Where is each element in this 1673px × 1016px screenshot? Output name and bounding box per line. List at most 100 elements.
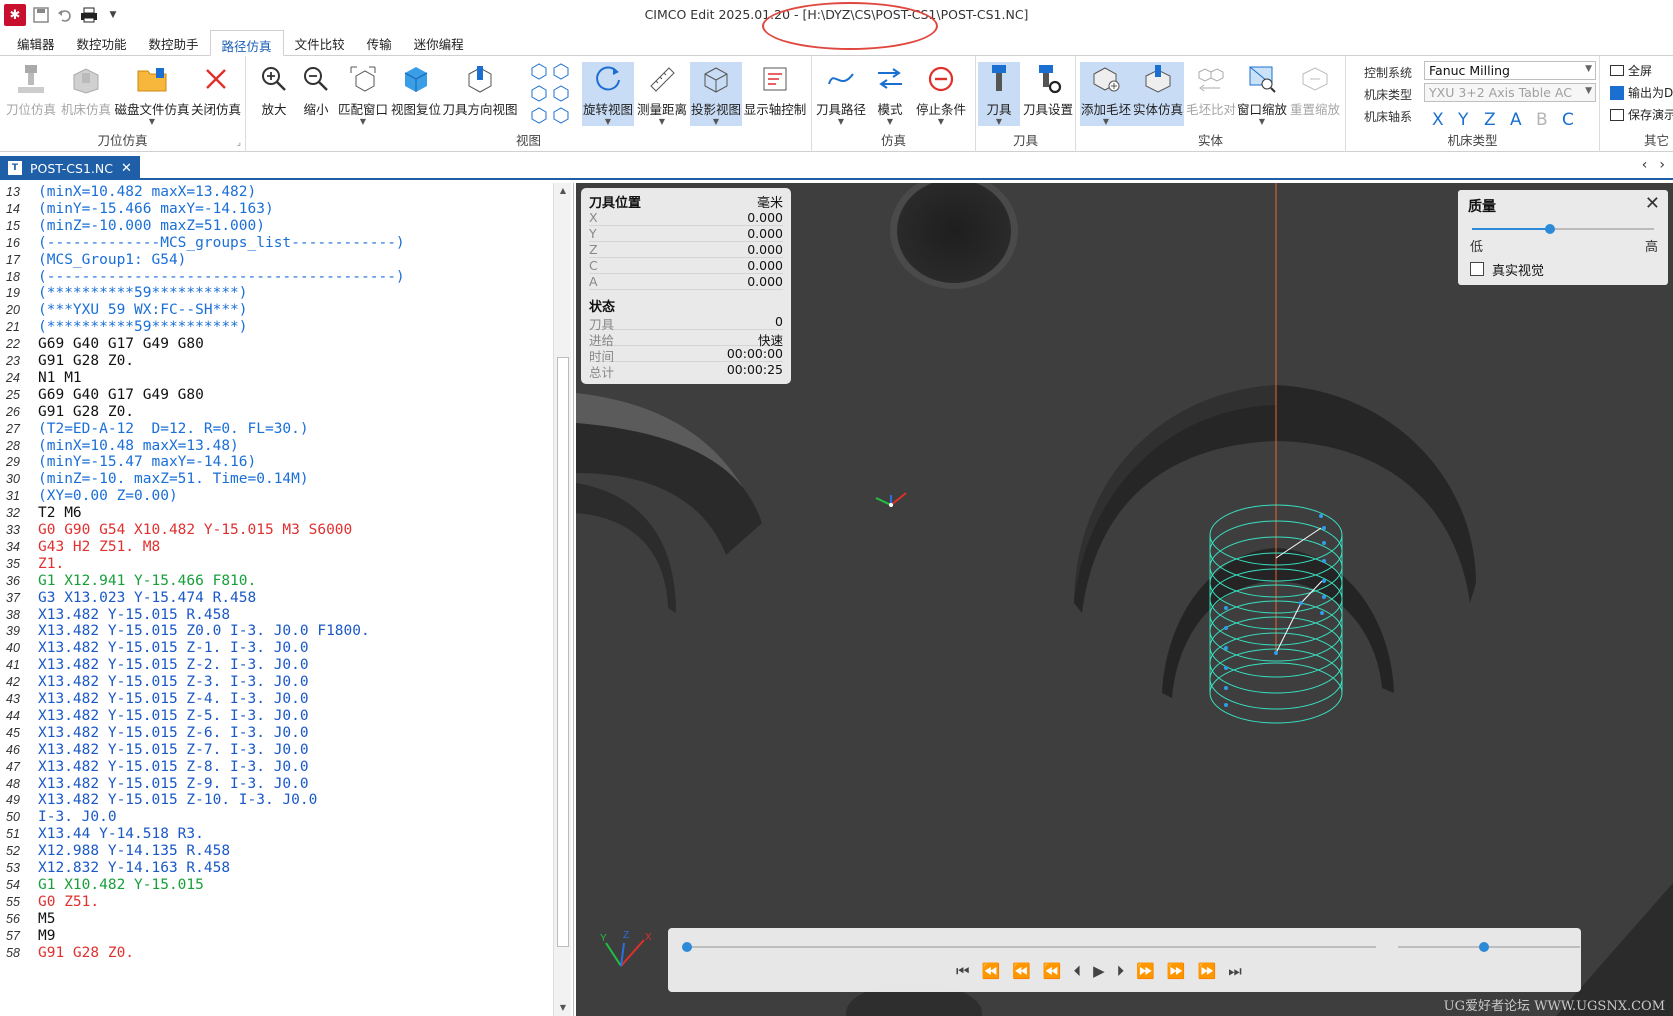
tool-direction-view-button[interactable]: 刀具方向视图 [443, 62, 518, 126]
code-line[interactable]: 53 X12.832 Y-14.163 R.458 [0, 859, 552, 877]
toolpath-button[interactable]: 刀具路径 ▼ [814, 62, 868, 126]
code-line[interactable]: 24 N1 M1 [0, 369, 552, 387]
code-line[interactable]: 14 (minY=-15.466 maxY=-14.163) [0, 200, 552, 218]
code-line[interactable]: 20 (***YXU 59 WX:FC--SH***) [0, 301, 552, 319]
code-line[interactable]: 36 G1 X12.941 Y-15.466 F810. [0, 572, 552, 590]
close-tab-icon[interactable]: ✕ [121, 161, 132, 176]
code-line[interactable]: 29 (minY=-15.47 maxY=-14.16) [0, 453, 552, 471]
code-line[interactable]: 35 Z1. [0, 555, 552, 573]
code-line[interactable]: 18 (-------------------------------------… [0, 268, 552, 286]
code-line[interactable]: 43 X13.482 Y-15.015 Z-4. I-3. J0.0 [0, 690, 552, 708]
code-line[interactable]: 58 G91 G28 Z0. [0, 944, 552, 962]
code-line[interactable]: 55 G0 Z51. [0, 893, 552, 911]
projection-view-button[interactable]: 投影视图 ▼ [690, 62, 742, 126]
disk-file-sim-button[interactable]: 磁盘文件仿真 ▼ [114, 62, 190, 126]
view-top-icon[interactable] [530, 62, 548, 83]
realistic-view-checkbox[interactable] [1470, 262, 1484, 276]
chevron-left-icon[interactable]: ‹ [1642, 157, 1648, 173]
back-z-icon[interactable]: ⏪ [1043, 962, 1062, 980]
machine-type-select[interactable]: YXU 3+2 Axis Table AC ▼ [1424, 83, 1596, 102]
code-line[interactable]: 51 X13.44 Y-14.518 R3. [0, 825, 552, 843]
add-stock-button[interactable]: 添加毛坯 ▼ [1080, 62, 1132, 126]
axis-b-button[interactable]: B [1536, 110, 1548, 130]
chevron-right-icon[interactable]: › [1659, 157, 1665, 173]
code-line[interactable]: 28 (minX=10.48 maxX=13.48) [0, 437, 552, 455]
fit-window-button[interactable]: 匹配窗口 ▼ [338, 62, 388, 126]
scroll-down-icon[interactable]: ▼ [557, 1002, 569, 1014]
tool-sim-button[interactable]: 刀位仿真 [6, 62, 56, 126]
code-editor[interactable]: 13 (minX=10.482 maxX=13.482) 14 (minY=-15.4… [0, 183, 574, 1016]
code-line[interactable]: 45 X13.482 Y-15.015 Z-6. I-3. J0.0 [0, 724, 552, 742]
code-line[interactable]: 37 G3 X13.023 Y-15.474 R.458 [0, 589, 552, 607]
progress-slider-knob[interactable] [682, 942, 692, 952]
view-back-icon[interactable] [552, 106, 570, 127]
code-line[interactable]: 46 X13.482 Y-15.015 Z-7. I-3. J0.0 [0, 741, 552, 759]
rotate-view-button[interactable]: 旋转视图 ▼ [582, 62, 634, 126]
code-line[interactable]: 39 X13.482 Y-15.015 Z0.0 I-3. J0.0 F1800. [0, 622, 552, 640]
code-line[interactable]: 49 X13.482 Y-15.015 Z-10. I-3. J0.0 [0, 791, 552, 809]
scroll-up-icon[interactable]: ▲ [557, 185, 569, 197]
code-line[interactable]: 15 (minZ=-10.000 maxZ=51.000) [0, 217, 552, 235]
axis-z-button[interactable]: Z [1484, 110, 1496, 130]
simulation-viewport[interactable]: X Y Z 刀具位置 毫米 X 0.000 Y 0.000 Z 0.000 C … [576, 183, 1673, 1016]
dialog-launcher-icon[interactable]: ⌟ [237, 138, 241, 148]
tab-transmission[interactable]: 传输 [356, 29, 403, 55]
code-line[interactable]: 41 X13.482 Y-15.015 Z-2. I-3. J0.0 [0, 656, 552, 674]
code-line[interactable]: 38 X13.482 Y-15.015 R.458 [0, 606, 552, 624]
code-line[interactable]: 30 (minZ=-10. maxZ=51. Time=0.14M) [0, 470, 552, 488]
code-line[interactable]: 40 X13.482 Y-15.015 Z-1. I-3. J0.0 [0, 639, 552, 657]
code-line[interactable]: 21 (**********59**********) [0, 318, 552, 336]
code-line[interactable]: 42 X13.482 Y-15.015 Z-3. I-3. J0.0 [0, 673, 552, 691]
progress-slider[interactable] [686, 946, 1376, 948]
stop-condition-button[interactable]: 停止条件 ▼ [912, 62, 970, 126]
code-line[interactable]: 17 (MCS_Group1: G54) [0, 251, 552, 269]
tab-backplot[interactable]: 路径仿真 [209, 30, 284, 56]
code-line[interactable]: 19 (**********59**********) [0, 284, 552, 302]
tool-button[interactable]: 刀具 ▼ [978, 62, 1020, 126]
scrollbar-thumb[interactable] [557, 357, 569, 947]
code-line[interactable]: 16 (-------------MCS_groups_list---------… [0, 234, 552, 252]
speed-slider-knob[interactable] [1478, 942, 1489, 952]
axis-y-button[interactable]: Y [1458, 110, 1468, 130]
tab-file-compare[interactable]: 文件比较 [284, 29, 356, 55]
axis-a-button[interactable]: A [1510, 110, 1522, 130]
axis-c-button[interactable]: C [1562, 110, 1574, 130]
code-line[interactable]: 52 X12.988 Y-14.135 R.458 [0, 842, 552, 860]
code-line[interactable]: 54 G1 X10.482 Y-15.015 [0, 876, 552, 894]
tab-editor[interactable]: 编辑器 [6, 29, 66, 55]
step-back-z-icon[interactable]: ⏪ [982, 962, 1001, 980]
code-line[interactable]: 34 G43 H2 Z51. M8 [0, 538, 552, 556]
view-right-icon[interactable] [552, 84, 570, 105]
machine-sim-button[interactable]: 机床仿真 [60, 62, 112, 126]
code-line[interactable]: 33 G0 G90 G54 X10.482 Y-15.015 M3 S6000 [0, 521, 552, 539]
code-line[interactable]: 31 (XY=0.00 Z=0.00) [0, 487, 552, 505]
quality-slider[interactable] [1472, 224, 1654, 234]
tab-nc-functions[interactable]: 数控功能 [66, 29, 138, 55]
forward-z-icon[interactable]: ⏩ [1136, 962, 1155, 980]
export-button[interactable]: 输出为D [1610, 84, 1673, 101]
tab-mini-programming[interactable]: 迷你编程 [403, 29, 475, 55]
measure-button[interactable]: 测量距离 ▼ [636, 62, 688, 126]
code-line[interactable]: 25 G69 G40 G17 G49 G80 [0, 386, 552, 404]
show-axis-control-button[interactable]: 显示轴控制 [742, 62, 808, 126]
tool-settings-button[interactable]: 刀具设置 [1022, 62, 1074, 126]
code-line[interactable]: 57 M9 [0, 927, 552, 945]
code-line[interactable]: 47 X13.482 Y-15.015 Z-8. I-3. J0.0 [0, 758, 552, 776]
stock-compare-button[interactable]: 毛坯比对 [1186, 62, 1236, 126]
back-icon[interactable]: ⏴ [1074, 962, 1082, 980]
code-line[interactable]: 22 G69 G40 G17 G49 G80 [0, 335, 552, 353]
view-iso-icon[interactable] [530, 106, 548, 127]
axis-x-button[interactable]: X [1432, 110, 1444, 130]
code-line[interactable]: 56 M5 [0, 910, 552, 928]
tab-nc-assistant[interactable]: 数控助手 [138, 29, 210, 55]
code-line[interactable]: 32 T2 M6 [0, 504, 552, 522]
view-front-icon[interactable] [552, 62, 570, 83]
close-icon[interactable]: ✕ [1645, 193, 1660, 214]
step-back-icon[interactable]: ⏪ [1012, 962, 1031, 980]
zoom-out-button[interactable]: 缩小 [296, 62, 336, 126]
close-sim-button[interactable]: 关闭仿真 [190, 62, 242, 126]
code-line[interactable]: 23 G91 G28 Z0. [0, 352, 552, 370]
view-reset-button[interactable]: 视图复位 [390, 62, 442, 126]
step-forward-icon[interactable]: ⏩ [1167, 962, 1186, 980]
code-line[interactable]: 26 G91 G28 Z0. [0, 403, 552, 421]
